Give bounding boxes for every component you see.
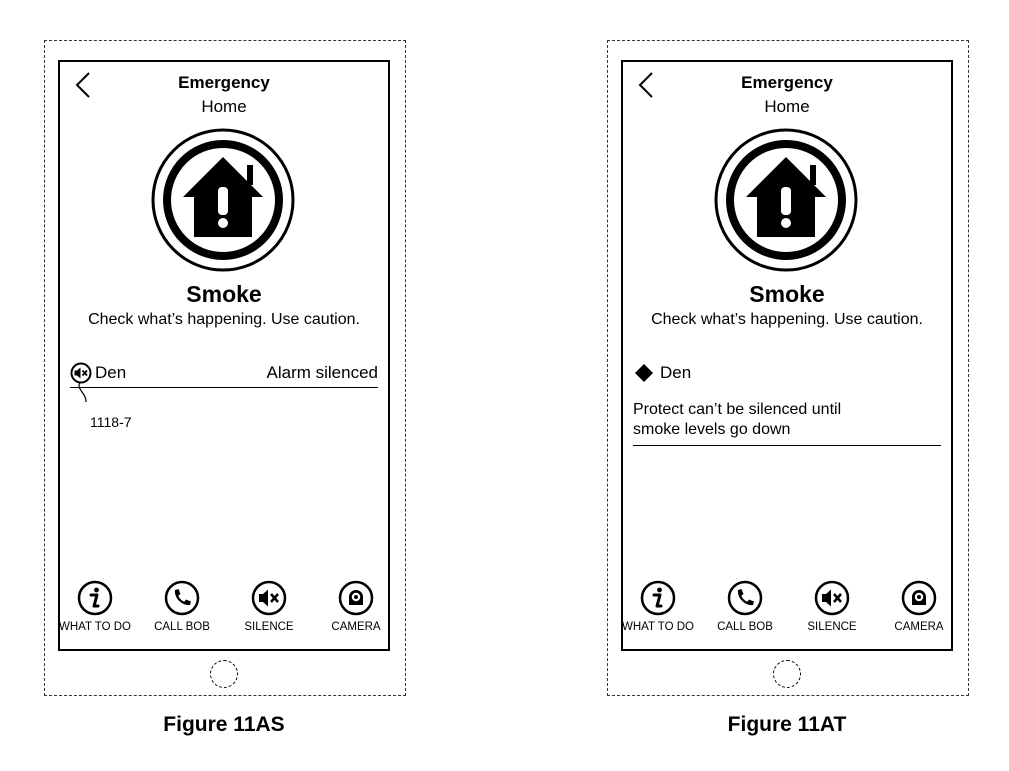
- info-icon: [640, 580, 676, 616]
- phone-icon: [727, 580, 763, 616]
- alert-description: Check what’s happening. Use caution.: [623, 311, 951, 329]
- device-row[interactable]: Den: [633, 362, 941, 384]
- figure-caption: Figure 11AT: [637, 713, 937, 737]
- reference-leader-line: [74, 380, 94, 410]
- action-label: CAMERA: [313, 621, 399, 633]
- page-title: Emergency: [623, 73, 951, 93]
- camera-icon: [338, 580, 374, 616]
- home-button[interactable]: [210, 660, 238, 688]
- reference-label: 1118-7: [90, 414, 132, 430]
- phone-screen-11at: Emergency Home Smoke Check what’s happen…: [621, 60, 953, 651]
- diamond-icon: [634, 363, 654, 383]
- figure-caption: Figure 11AS: [74, 713, 374, 737]
- call-bob-button[interactable]: CALL BOB: [702, 580, 788, 633]
- what-to-do-button[interactable]: WHAT TO DO: [52, 580, 138, 633]
- device-name: Den: [95, 363, 126, 383]
- page-title: Emergency: [60, 73, 388, 93]
- camera-icon: [901, 580, 937, 616]
- call-bob-button[interactable]: CALL BOB: [139, 580, 225, 633]
- message-line: Protect can’t be silenced until: [633, 400, 941, 420]
- alert-title: Smoke: [60, 281, 388, 308]
- home-alert-icon: [713, 127, 859, 273]
- what-to-do-button[interactable]: WHAT TO DO: [615, 580, 701, 633]
- phone-icon: [164, 580, 200, 616]
- action-label: CALL BOB: [702, 621, 788, 633]
- camera-button[interactable]: CAMERA: [313, 580, 399, 633]
- home-button[interactable]: [773, 660, 801, 688]
- action-label: SILENCE: [789, 621, 875, 633]
- action-label: WHAT TO DO: [615, 621, 701, 633]
- silence-button[interactable]: SILENCE: [226, 580, 312, 633]
- silence-button[interactable]: SILENCE: [789, 580, 875, 633]
- row-divider: [633, 445, 941, 446]
- action-bar: WHAT TO DO CALL BOB SILENCE: [623, 580, 951, 640]
- alert-description: Check what’s happening. Use caution.: [60, 311, 388, 329]
- page-subtitle: Home: [60, 97, 388, 117]
- camera-button[interactable]: CAMERA: [876, 580, 962, 633]
- device-state: Alarm silenced: [267, 363, 379, 383]
- page-subtitle: Home: [623, 97, 951, 117]
- alert-title: Smoke: [623, 281, 951, 308]
- action-label: SILENCE: [226, 621, 312, 633]
- action-label: CALL BOB: [139, 621, 225, 633]
- speaker-muted-icon: [251, 580, 287, 616]
- silence-message: Protect can’t be silenced until smoke le…: [633, 400, 941, 440]
- phone-screen-11as: Emergency Home Smoke Check what’s happen…: [58, 60, 390, 651]
- home-alert-icon: [150, 127, 296, 273]
- speaker-muted-icon: [814, 580, 850, 616]
- action-label: CAMERA: [876, 621, 962, 633]
- row-divider: [70, 387, 378, 388]
- info-icon: [77, 580, 113, 616]
- device-row[interactable]: Den Alarm silenced: [70, 362, 378, 384]
- action-bar: WHAT TO DO CALL BOB SILENCE: [60, 580, 388, 640]
- device-name: Den: [660, 363, 691, 383]
- message-line: smoke levels go down: [633, 420, 941, 440]
- action-label: WHAT TO DO: [52, 621, 138, 633]
